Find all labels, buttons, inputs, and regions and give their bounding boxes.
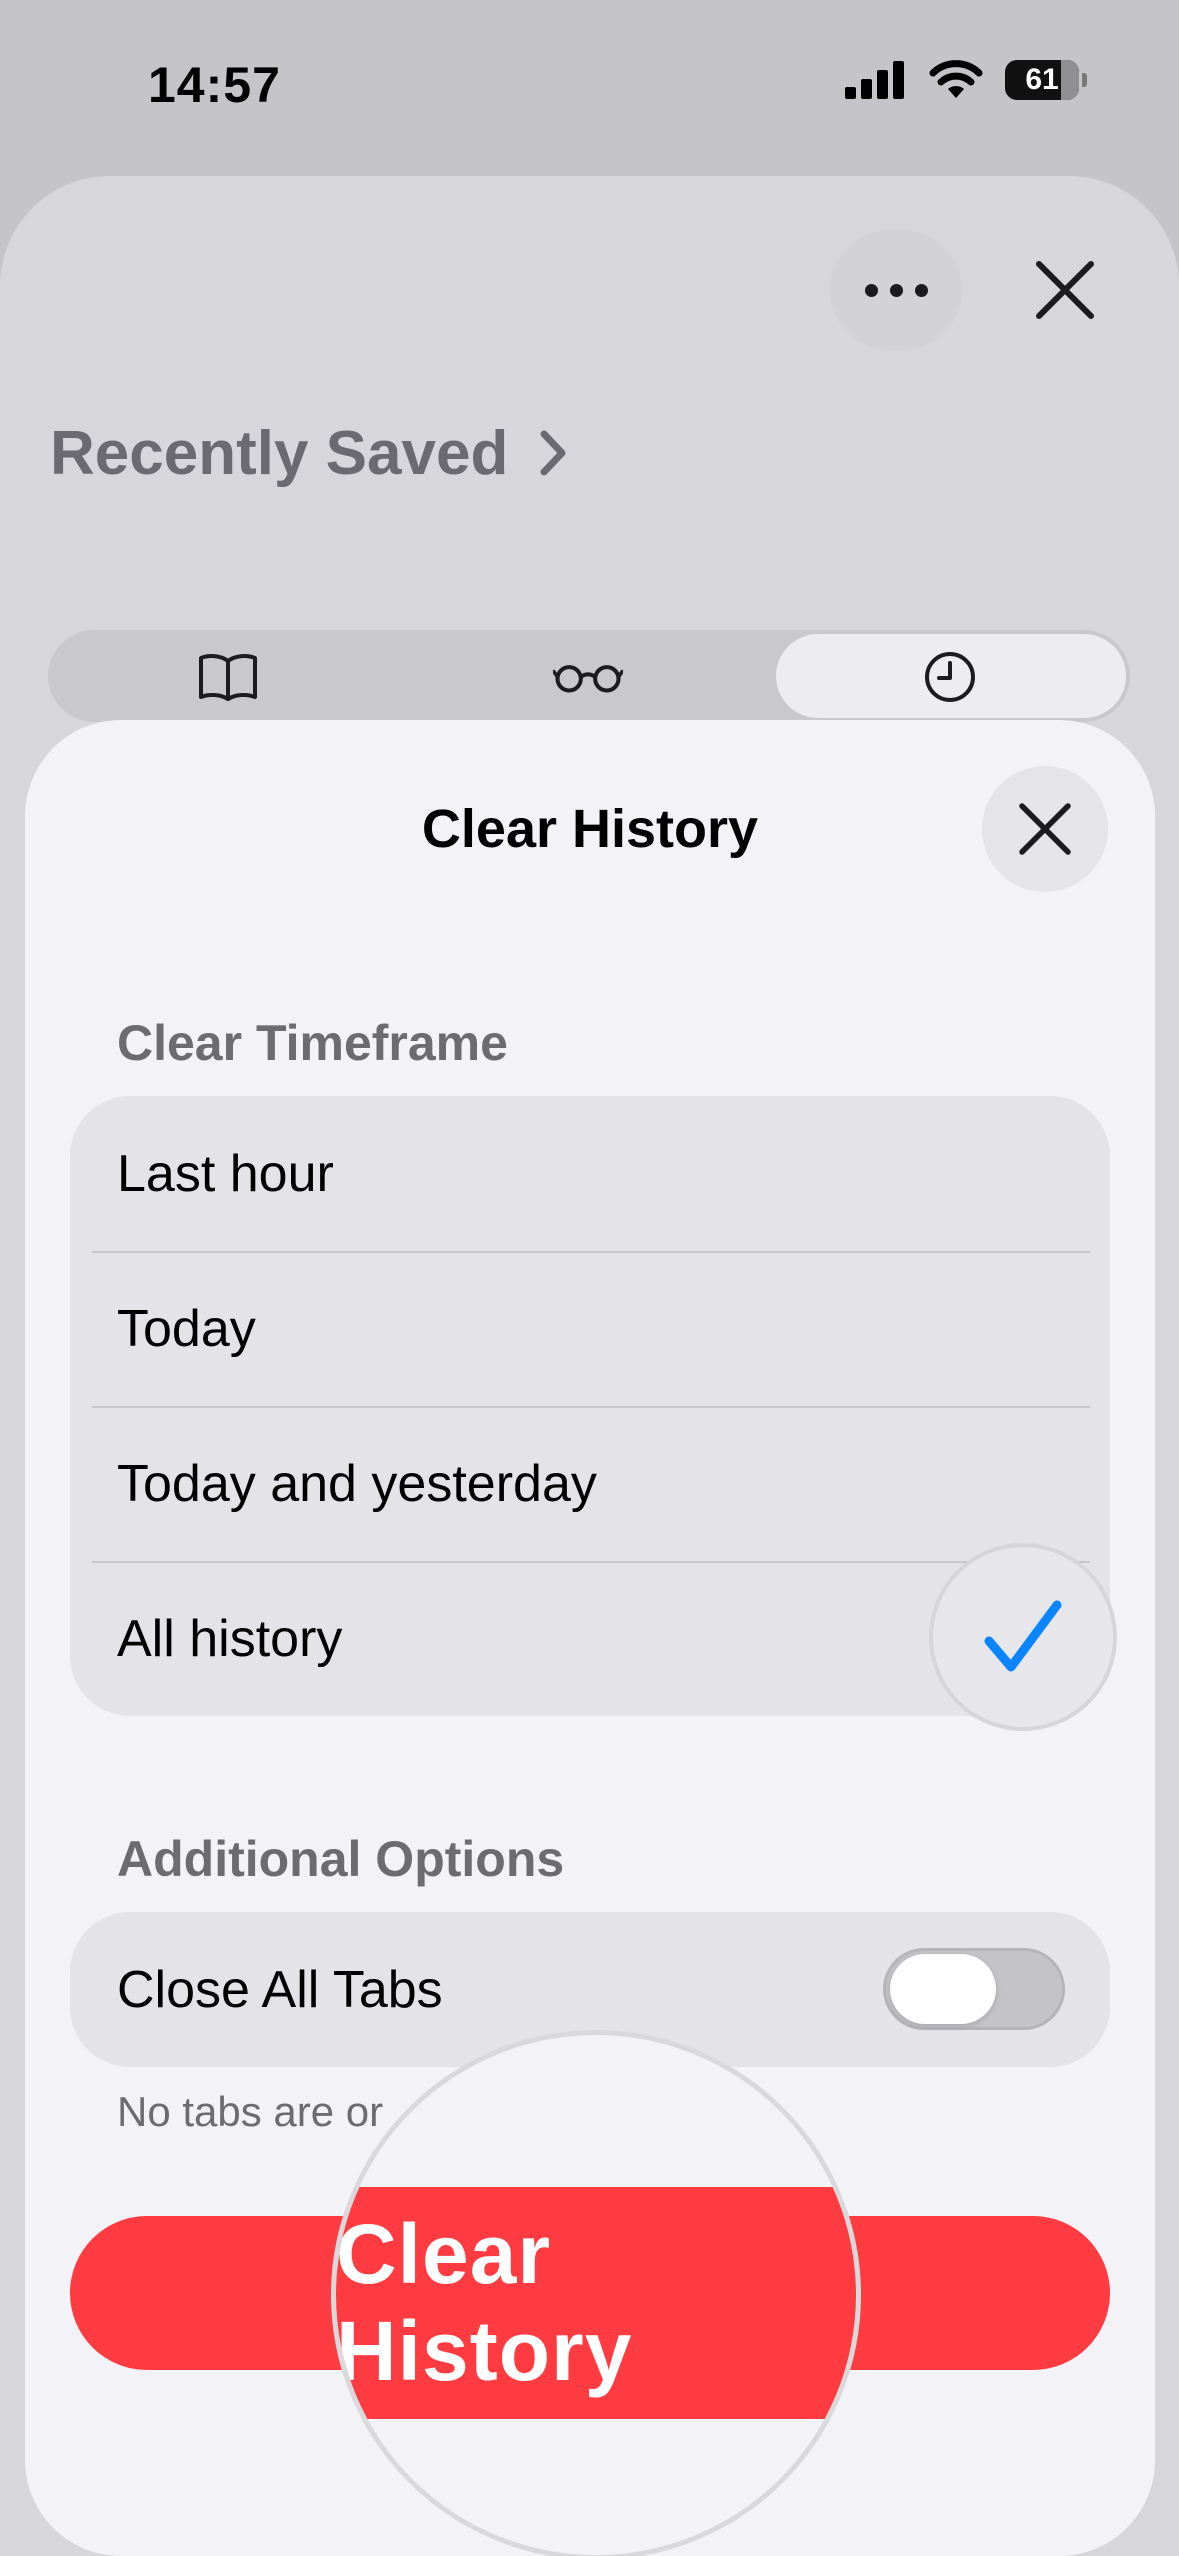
close-icon bbox=[1036, 261, 1094, 319]
clear-history-button-label: Clear History bbox=[336, 2207, 633, 2398]
segment-bookmarks[interactable] bbox=[193, 648, 263, 706]
clock-icon bbox=[925, 652, 975, 702]
chevron-right-icon bbox=[540, 430, 566, 476]
option-label: Today and yesterday bbox=[117, 1454, 597, 1513]
selected-checkmark-magnified bbox=[929, 1543, 1117, 1731]
timeframe-header: Clear Timeframe bbox=[117, 1015, 508, 1071]
status-bar: 14:57 61 bbox=[0, 0, 1179, 175]
more-dot bbox=[914, 283, 928, 297]
status-time: 14:57 bbox=[148, 57, 281, 113]
more-dot bbox=[889, 283, 903, 297]
additional-options-header: Additional Options bbox=[117, 1831, 565, 1887]
clear-history-button-magnified[interactable]: Clear History bbox=[336, 2187, 856, 2419]
close-icon bbox=[1019, 803, 1071, 855]
battery-indicator: 61 bbox=[1005, 60, 1087, 100]
recently-saved-link[interactable]: Recently Saved bbox=[50, 418, 568, 489]
wifi-icon bbox=[929, 60, 983, 98]
close-all-tabs-toggle[interactable] bbox=[883, 1948, 1065, 2030]
book-icon bbox=[199, 654, 257, 701]
more-dot bbox=[864, 283, 878, 297]
timeframe-option-today[interactable]: Today bbox=[70, 1251, 1110, 1406]
cellular-signal-icon bbox=[845, 61, 904, 99]
checkmark-icon bbox=[984, 1600, 1062, 1672]
timeframe-option-last-hour[interactable]: Last hour bbox=[70, 1096, 1110, 1251]
status-icons: 61 bbox=[845, 60, 1087, 100]
option-label: All history bbox=[117, 1609, 343, 1668]
tabs-footnote: No tabs are or bbox=[117, 2088, 384, 2135]
magnifier-lens: Clear History bbox=[331, 2030, 861, 2556]
sheet-close-button[interactable] bbox=[982, 766, 1108, 892]
more-options-button[interactable] bbox=[830, 230, 962, 350]
option-label: Last hour bbox=[117, 1144, 334, 1203]
recently-saved-label: Recently Saved bbox=[50, 419, 509, 488]
segment-reading-list[interactable] bbox=[553, 648, 623, 706]
clear-history-sheet: ​ Clear History Clear Timeframe Last hou… bbox=[25, 720, 1155, 2556]
glasses-icon bbox=[553, 665, 623, 693]
background-close-button[interactable] bbox=[1000, 230, 1130, 350]
option-label: Today bbox=[117, 1299, 256, 1358]
toggle-knob bbox=[890, 1954, 996, 2024]
battery-level: 61 bbox=[1025, 63, 1059, 96]
close-all-tabs-label: Close All Tabs bbox=[117, 1960, 443, 2019]
timeframe-option-today-and-yesterday[interactable]: Today and yesterday bbox=[70, 1406, 1110, 1561]
segment-history[interactable] bbox=[915, 648, 985, 706]
